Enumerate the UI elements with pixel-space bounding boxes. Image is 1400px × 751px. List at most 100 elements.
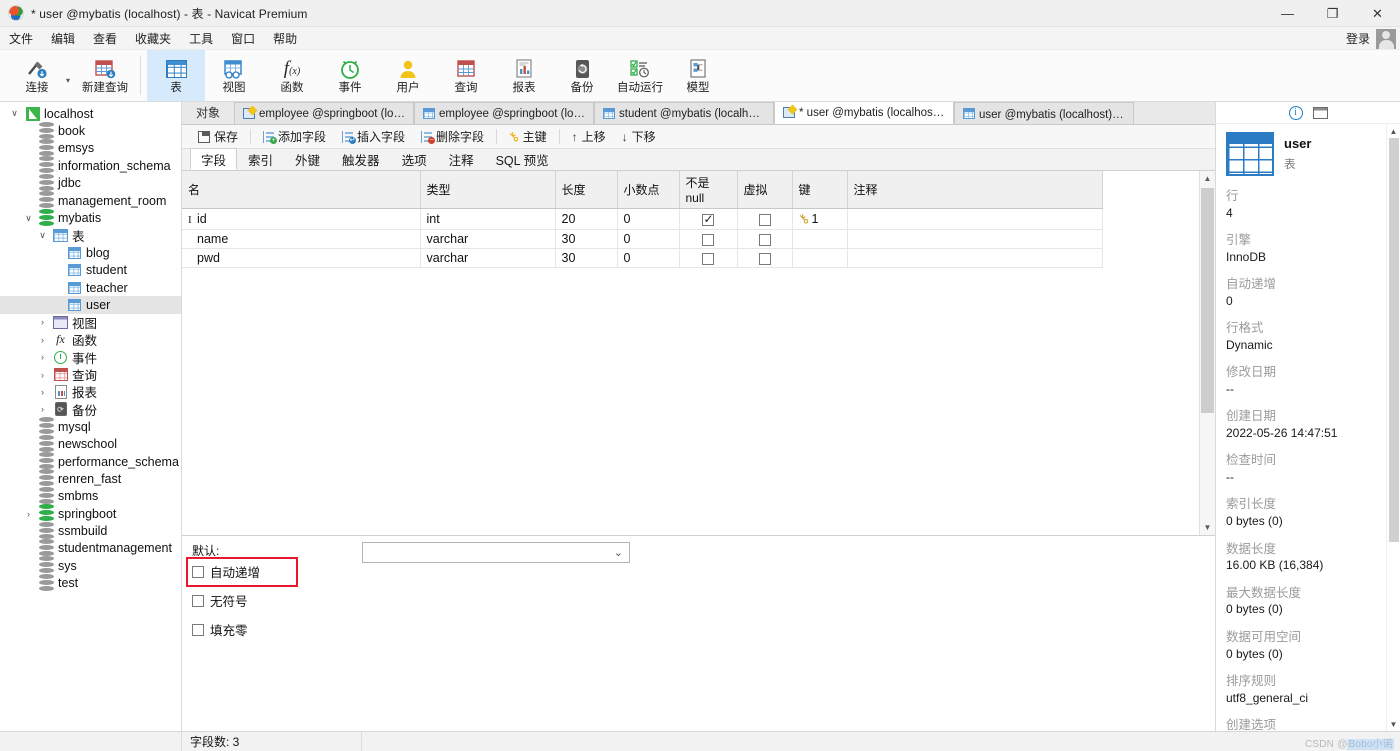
insert-field-button[interactable]: ↵ 插入字段 xyxy=(334,126,413,147)
column-header-type[interactable]: 类型 xyxy=(420,171,556,209)
menu-item-favorites[interactable]: 收藏夹 xyxy=(126,28,180,49)
fields-grid-scroll[interactable]: 名 类型 长度 小数点 不是 null 虚拟 键 注释 Iidint200⚷ 1… xyxy=(182,171,1199,535)
table-row[interactable]: pwd varchar 30 0 xyxy=(182,248,1103,268)
tree-item--[interactable]: › fx 函数 xyxy=(0,331,181,348)
document-tab-employee-design[interactable]: employee @springboot (loc... xyxy=(234,102,415,124)
tree-item-performance_schema[interactable]: performance_schema xyxy=(0,452,181,470)
cell-field-key[interactable]: ⚷ 1 xyxy=(792,208,848,230)
cell-field-comment[interactable] xyxy=(847,208,1103,230)
not-null-checkbox[interactable] xyxy=(702,212,714,226)
toolbar-button-table[interactable]: 表 xyxy=(147,50,205,101)
cell-field-not-null[interactable] xyxy=(679,208,738,230)
table-row[interactable]: Iidint200⚷ 1 xyxy=(182,208,1103,230)
column-header-not-null[interactable]: 不是 null xyxy=(679,171,738,209)
tree-item-localhost[interactable]: ∨ localhost xyxy=(0,105,181,122)
menu-item-help[interactable]: 帮助 xyxy=(264,28,306,49)
database-tree-sidebar[interactable]: ∨ localhost book emsys information_schema jdb… xyxy=(0,102,182,731)
toolbar-button-function[interactable]: f(x) 函数 xyxy=(263,50,321,101)
toolbar-button-backup[interactable]: 备份 xyxy=(553,50,611,101)
chevron-right-icon[interactable]: › xyxy=(36,352,49,362)
tree-item-mybatis[interactable]: ∨ mybatis xyxy=(0,208,181,226)
chevron-right-icon[interactable]: › xyxy=(36,387,49,397)
toolbar-button-event[interactable]: 事件 xyxy=(321,50,379,101)
tree-item-mysql[interactable]: mysql xyxy=(0,417,181,435)
not-null-checkbox[interactable] xyxy=(702,252,714,265)
move-down-button[interactable]: ↓ 下移 xyxy=(614,126,664,147)
column-header-virtual[interactable]: 虚拟 xyxy=(737,171,793,209)
cell-field-name[interactable]: Iid xyxy=(182,208,421,230)
chevron-down-icon[interactable]: ⌄ xyxy=(614,546,623,559)
toolbar-button-report[interactable]: 报表 xyxy=(495,50,553,101)
toolbar-button-connection[interactable]: 连接 xyxy=(8,50,66,101)
chevron-right-icon[interactable]: › xyxy=(36,370,49,380)
toolbar-button-view[interactable]: 视图 xyxy=(205,50,263,101)
cell-field-name[interactable]: pwd xyxy=(182,248,421,268)
tree-item--[interactable]: › 视图 xyxy=(0,314,181,331)
menu-item-view[interactable]: 查看 xyxy=(84,28,126,49)
tree-item-smbms[interactable]: smbms xyxy=(0,486,181,505)
chevron-down-icon[interactable]: ∨ xyxy=(22,213,35,224)
toolbar-button-user[interactable]: 用户 xyxy=(379,50,437,101)
tab-sql-preview[interactable]: SQL 预览 xyxy=(485,149,560,170)
tree-item-ssmbuild[interactable]: ssmbuild xyxy=(0,521,181,539)
unsigned-checkbox[interactable]: 无符号 xyxy=(192,591,260,610)
tree-item-book[interactable]: book xyxy=(0,121,181,139)
cell-field-decimals[interactable]: 0 xyxy=(617,208,680,230)
menu-item-edit[interactable]: 编辑 xyxy=(42,28,84,49)
cell-field-type[interactable]: varchar xyxy=(420,229,556,249)
minimize-button[interactable]: — xyxy=(1265,0,1310,27)
scroll-up-icon[interactable]: ▲ xyxy=(1200,171,1216,186)
fields-grid[interactable]: 名 类型 长度 小数点 不是 null 虚拟 键 注释 Iidint200⚷ 1… xyxy=(182,171,1103,268)
column-header-length[interactable]: 长度 xyxy=(555,171,618,209)
column-header-key[interactable]: 键 xyxy=(792,171,848,209)
scroll-down-icon[interactable]: ▼ xyxy=(1200,520,1216,535)
tree-item-newschool[interactable]: newschool xyxy=(0,434,181,452)
tab-triggers[interactable]: 触发器 xyxy=(331,149,391,170)
document-tab-user-data[interactable]: user @mybatis (localhost) - 表 xyxy=(954,102,1135,124)
tree-item-renren_fast[interactable]: renren_fast xyxy=(0,469,181,487)
tab-fields[interactable]: 字段 xyxy=(190,148,238,170)
toolbar-button-automation[interactable]: 自动运行 xyxy=(611,50,669,101)
chevron-right-icon[interactable]: › xyxy=(36,404,49,414)
scroll-track[interactable] xyxy=(1200,186,1216,520)
cell-field-not-null[interactable] xyxy=(679,229,738,249)
document-tab-student-data[interactable]: student @mybatis (localhos... xyxy=(594,102,775,124)
tree-item--[interactable]: ∨ 表 xyxy=(0,227,181,244)
login-link[interactable]: 登录 xyxy=(1346,30,1370,47)
save-button[interactable]: 保存 xyxy=(190,126,246,147)
chevron-down-icon[interactable]: ∨ xyxy=(8,108,21,119)
move-up-button[interactable]: ↑ 上移 xyxy=(564,126,614,147)
chevron-down-icon[interactable]: ∨ xyxy=(36,230,49,241)
maximize-button[interactable]: ❐ xyxy=(1310,0,1355,27)
tree-item-information_schema[interactable]: information_schema xyxy=(0,156,181,174)
auto-increment-checkbox[interactable]: 自动递增 xyxy=(192,562,260,581)
cell-field-type[interactable]: int xyxy=(420,208,556,230)
zerofill-checkbox[interactable]: 填充零 xyxy=(192,620,260,639)
ddl-icon[interactable] xyxy=(1312,106,1328,119)
scroll-thumb[interactable] xyxy=(1388,138,1399,542)
add-field-button[interactable]: + 添加字段 xyxy=(255,126,334,147)
menu-item-tools[interactable]: 工具 xyxy=(180,28,222,49)
tree-item-user[interactable]: user xyxy=(0,296,181,314)
toolbar-button-query[interactable]: 查询 xyxy=(437,50,495,101)
scroll-thumb[interactable] xyxy=(1200,188,1214,413)
tree-item-test[interactable]: test xyxy=(0,573,181,592)
tab-indexes[interactable]: 索引 xyxy=(237,149,284,170)
checkbox-box[interactable] xyxy=(192,565,204,578)
toolbar-button-model[interactable]: 模型 xyxy=(669,50,727,101)
scroll-track[interactable] xyxy=(1387,138,1400,717)
tree-item--[interactable]: › 查询 xyxy=(0,366,181,383)
avatar[interactable] xyxy=(1376,28,1396,49)
object-pane-label[interactable]: 对象 xyxy=(182,102,234,124)
tree-item-management_room[interactable]: management_room xyxy=(0,191,181,209)
tree-item--[interactable]: › ⟳ 备份 xyxy=(0,401,181,418)
scroll-down-icon[interactable]: ▼ xyxy=(1390,717,1398,731)
menu-item-file[interactable]: 文件 xyxy=(0,28,42,49)
chevron-right-icon[interactable]: › xyxy=(36,335,49,345)
tree-item-sys[interactable]: sys xyxy=(0,556,181,574)
tab-comment[interactable]: 注释 xyxy=(438,149,485,170)
default-value-combobox[interactable]: ⌄ xyxy=(362,542,630,563)
tab-foreign-keys[interactable]: 外键 xyxy=(284,149,331,170)
info-panel-scrollbar[interactable]: ▲ ▼ xyxy=(1386,124,1400,731)
virtual-checkbox[interactable] xyxy=(758,233,771,246)
